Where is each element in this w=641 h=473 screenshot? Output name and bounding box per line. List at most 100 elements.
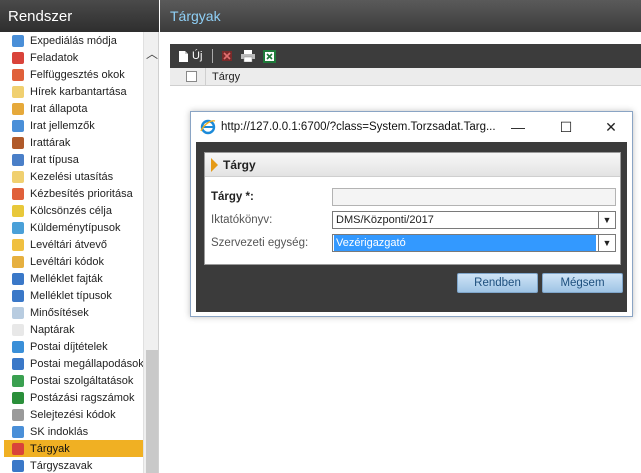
unit-row: Szervezeti egység: [211,233,331,253]
document-state-icon [12,102,24,115]
sidebar-item[interactable]: Irattárak [4,134,143,151]
subjects-icon [12,442,24,455]
print-button[interactable] [241,50,256,62]
sidebar-item[interactable]: Tárgyszavak [4,457,143,473]
close-button[interactable]: ✕ [602,118,620,136]
receiver-icon [12,238,24,251]
sidebar-item[interactable]: Postai díjtételek [4,338,143,355]
select-all-checkbox[interactable] [186,71,197,82]
code-icon [12,255,24,268]
excel-icon [263,49,277,63]
scrollbar-thumb[interactable] [146,350,158,473]
suspend-icon [12,68,24,81]
register-label: Iktatókönyv: [211,214,273,226]
arrows-icon [12,34,24,47]
maximize-button[interactable]: ☐ [557,118,575,136]
sidebar-item[interactable]: Tárgyak [4,440,143,457]
cancel-button[interactable]: Mégsem [542,273,623,293]
new-button-label: Új [192,50,203,62]
sidebar-item-label: Selejtezési kódok [30,408,116,421]
grid-header: Tárgy [170,67,641,86]
sidebar-item-label: Hírek karbantartása [30,85,127,98]
sidebar-item-label: Feladatok [30,51,79,64]
chevron-up-icon[interactable]: ︿ [144,46,158,62]
panel-title: Tárgy [223,157,256,172]
sidebar-item[interactable]: Irat típusa [4,151,143,168]
sidebar-item-label: Irat típusa [30,153,79,166]
sidebar-item[interactable]: Melléklet típusok [4,287,143,304]
window-titlebar[interactable]: http://127.0.0.1:6700/?class=System.Torz… [191,112,632,142]
sidebar-item[interactable]: Feladatok [4,49,143,66]
ok-button[interactable]: Rendben [457,273,538,293]
new-button[interactable]: Új [178,50,202,63]
sidebar-item-label: Irat jellemzők [30,119,95,132]
sidebar-item-label: Levéltári kódok [30,255,104,268]
toolbar: Új [170,44,641,68]
sidebar-item[interactable]: Postázási ragszámok [4,389,143,406]
main-top-strip [160,32,641,44]
sidebar-item[interactable]: Melléklet fajták [4,270,143,287]
delete-button[interactable] [221,50,233,62]
sidebar-list: Expediálás módja Feladatok Felfüggesztés o… [4,32,143,473]
register-row: Iktatókönyv: [211,210,331,230]
sidebar-item-label: Postázási ragszámok [30,391,135,404]
sidebar-item[interactable]: Irat jellemzők [4,117,143,134]
unit-select[interactable]: Vezérigazgató ▼ [332,234,616,252]
keywords-icon [12,459,24,472]
attachment-icon [12,272,24,285]
sidebar-item[interactable]: Kézbesítés prioritása [4,185,143,202]
sidebar-item[interactable]: Levéltári kódok [4,253,143,270]
sidebar-item[interactable]: Levéltári átvevő [4,236,143,253]
calendar-icon [12,323,24,336]
sidebar-item[interactable]: Küldeménytípusok [4,219,143,236]
panel-header[interactable]: Tárgy [205,153,620,177]
sidebar-item-label: Levéltári átvevő [30,238,108,251]
sidebar-item-label: Postai díjtételek [30,340,108,353]
sidebar-item-label: Tárgyak [30,442,70,455]
priority-icon [12,187,24,200]
print-icon [241,50,256,62]
lending-icon [12,204,24,217]
new-document-icon [179,50,188,62]
sidebar-item[interactable]: Kezelési utasítás [4,168,143,185]
sidebar-item[interactable]: SK indoklás [4,423,143,440]
register-select[interactable]: DMS/Központi/2017 ▼ [332,211,616,229]
postal-number-icon [12,391,24,404]
sidebar-item-label: Kézbesítés prioritása [30,187,133,200]
window-body: Tárgy Tárgy *: Iktatókönyv: DMS/Központi… [196,142,627,312]
chevron-down-icon[interactable]: ▼ [598,212,615,228]
popup-window: http://127.0.0.1:6700/?class=System.Torz… [190,111,633,317]
unit-label: Szervezeti egység: [211,237,309,249]
sidebar-item[interactable]: Postai szolgáltatások [4,372,143,389]
sidebar-header: Rendszer [0,0,159,32]
unit-value: Vezérigazgató [334,235,596,251]
attachment-type-icon [12,289,24,302]
sidebar-item[interactable]: Selejtezési kódok [4,406,143,423]
sidebar-item[interactable]: Hírek karbantartása [4,83,143,100]
sidebar-scrollbar[interactable]: ︿ [143,32,158,473]
sk-reason-icon [12,425,24,438]
sidebar-item[interactable]: Minősítések [4,304,143,321]
sidebar-item[interactable]: Postai megállapodások [4,355,143,372]
sidebar-item[interactable]: Felfüggesztés okok [4,66,143,83]
instruction-icon [12,170,24,183]
sidebar-item[interactable]: Kölcsönzés célja [4,202,143,219]
subject-input[interactable] [332,188,616,206]
excel-export-button[interactable] [263,49,277,63]
sidebar-item-label: Postai szolgáltatások [30,374,134,387]
sidebar-item-label: Kezelési utasítás [30,170,114,183]
sidebar-item-label: Melléklet fajták [30,272,103,285]
subject-label: Tárgy *: [211,191,254,203]
sidebar-item-label: Tárgyszavak [30,459,93,472]
sidebar-item-label: Irat állapota [30,102,88,115]
sidebar-item[interactable]: Naptárak [4,321,143,338]
column-header-subject[interactable]: Tárgy [205,67,240,86]
sidebar-item[interactable]: Irat állapota [4,100,143,117]
chevron-down-icon[interactable]: ▼ [598,235,615,251]
minimize-button[interactable]: — [509,118,527,136]
window-url: http://127.0.0.1:6700/?class=System.Torz… [221,121,496,133]
qualification-icon [12,306,24,319]
postal-agreement-icon [12,357,24,370]
sidebar-item[interactable]: Expediálás módja [4,32,143,49]
archive-icon [12,136,24,149]
